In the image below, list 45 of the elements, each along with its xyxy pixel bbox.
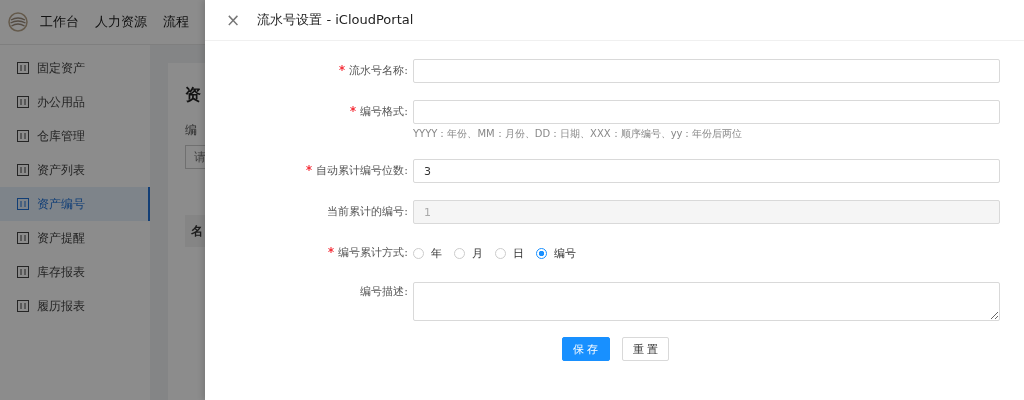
- radio-label: 月: [472, 245, 483, 261]
- sidebar-item[interactable]: 履历报表: [0, 289, 150, 323]
- field-label: 编号累计方式:: [338, 246, 408, 259]
- card-title: 资: [185, 85, 202, 106]
- grid-icon: [17, 266, 29, 278]
- input-field[interactable]: [413, 59, 1000, 83]
- filter-label: 编: [185, 122, 198, 139]
- grid-icon: [17, 130, 29, 142]
- radio-label: 编号: [554, 245, 576, 261]
- field-label: 编号描述:: [360, 285, 408, 298]
- drawer-title: 流水号设置 - iCloudPortal: [257, 11, 414, 29]
- sidebar-item[interactable]: 办公用品: [0, 85, 150, 119]
- radio-button[interactable]: [536, 247, 547, 259]
- nav-item[interactable]: 流程: [163, 13, 189, 31]
- close-icon[interactable]: ×: [226, 11, 241, 29]
- table-header: 名: [185, 215, 205, 247]
- grid-icon: [17, 300, 29, 312]
- grid-icon: [17, 198, 29, 210]
- grid-icon: [17, 232, 29, 244]
- sidebar-item[interactable]: 仓库管理: [0, 119, 150, 153]
- nav-item[interactable]: 人力资源: [95, 13, 147, 31]
- save-button[interactable]: 保 存: [562, 337, 610, 361]
- input-field[interactable]: [413, 100, 1000, 124]
- radio-label: 年: [431, 245, 442, 261]
- field-label: 自动累计编号位数:: [316, 164, 408, 177]
- sidebar-item[interactable]: 固定资产: [0, 51, 150, 85]
- input-field: 1: [413, 200, 1000, 224]
- hint-text: YYYY：年份、MM：月份、DD：日期、XXX：顺序编号、yy：年份后两位: [413, 127, 744, 141]
- textarea-field[interactable]: [413, 282, 1000, 321]
- input-field[interactable]: 3: [413, 159, 1000, 183]
- field-label: 编号格式:: [360, 105, 408, 118]
- filter-field[interactable]: 请: [185, 145, 205, 169]
- radio-label: 日: [513, 245, 524, 261]
- sidebar-item[interactable]: 资产提醒: [0, 221, 150, 255]
- field-label: 流水号名称:: [349, 64, 408, 77]
- grid-icon: [17, 164, 29, 176]
- sidebar-item[interactable]: 资产编号: [0, 187, 150, 221]
- field-label: 当前累计的编号:: [327, 205, 408, 218]
- grid-icon: [17, 96, 29, 108]
- sidebar-item[interactable]: 资产列表: [0, 153, 150, 187]
- logo-icon: [8, 12, 28, 32]
- nav-item[interactable]: 工作台: [40, 13, 79, 31]
- grid-icon: [17, 62, 29, 74]
- sidebar-item[interactable]: 库存报表: [0, 255, 150, 289]
- reset-button[interactable]: 重 置: [621, 337, 669, 361]
